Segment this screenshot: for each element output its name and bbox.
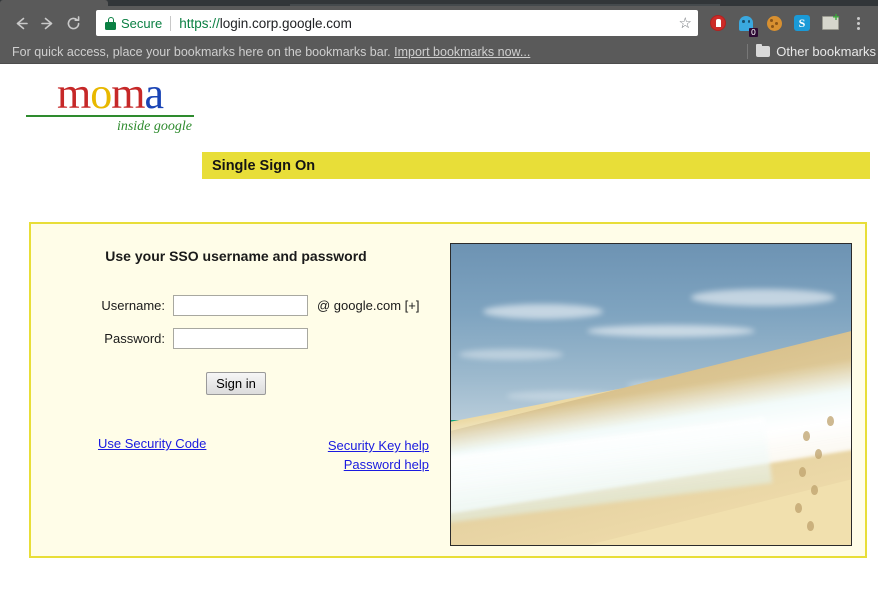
username-row: Username: @ google.com [+]	[71, 294, 419, 316]
bookmarks-hint-text: For quick access, place your bookmarks h…	[12, 45, 530, 59]
import-bookmarks-link[interactable]: Import bookmarks now...	[394, 45, 530, 59]
forward-button[interactable]	[34, 10, 60, 36]
page-header: moma inside google	[0, 64, 878, 136]
help-links-area: Use Security Code Security Key help Pass…	[31, 436, 441, 486]
login-panel: Use your SSO username and password Usern…	[29, 222, 867, 558]
logo-letter-m2: m	[111, 69, 145, 118]
photo-footprint	[815, 448, 822, 459]
signin-row: Sign in	[31, 372, 441, 395]
photo-cloud	[459, 349, 563, 360]
moma-tagline: inside google	[116, 119, 192, 134]
stop-icon	[710, 15, 726, 31]
ghostery-badge-count: 0	[748, 28, 758, 37]
kebab-menu-icon	[851, 15, 865, 31]
username-input[interactable]	[173, 294, 308, 316]
photo-footprint	[799, 466, 806, 477]
url-text: https://login.corp.google.com	[179, 16, 672, 31]
browser-menu-button[interactable]	[844, 9, 872, 37]
bookmarks-separator	[747, 44, 749, 59]
single-sign-on-banner: Single Sign On	[202, 152, 870, 179]
letter-s-icon: S	[794, 15, 810, 31]
photo-footprint	[827, 415, 834, 426]
username-label: Username:	[101, 297, 165, 313]
skype-extension-icon[interactable]: S	[788, 9, 816, 37]
bookmarks-bar: For quick access, place your bookmarks h…	[0, 40, 878, 64]
page-content: moma inside google Single Sign On Use yo…	[0, 64, 878, 589]
tab-strip-filler	[290, 4, 720, 6]
photo-footprint	[803, 430, 810, 441]
browser-tab-active[interactable]	[0, 0, 108, 6]
save-document-icon: +	[821, 11, 840, 30]
omnibox-divider	[170, 15, 172, 31]
extension-icons: 0 S +	[704, 9, 872, 37]
photo-footprint	[795, 502, 802, 513]
logo-letter-m1: m	[57, 69, 91, 118]
sign-in-button[interactable]: Sign in	[206, 372, 266, 395]
photo-cloud	[691, 289, 835, 306]
url-host: login.corp.google.com	[219, 15, 352, 31]
bookmarks-hint-label: For quick access, place your bookmarks h…	[12, 44, 391, 59]
password-input[interactable]	[173, 327, 308, 349]
address-bar[interactable]: Secure https://login.corp.google.com ☆	[96, 10, 698, 36]
photo-footprint	[807, 520, 814, 531]
cookie-icon	[766, 15, 782, 31]
tab-strip	[0, 0, 878, 6]
right-help-links: Security Key help Password help	[328, 436, 429, 474]
browser-toolbar: Secure https://login.corp.google.com ☆ 0…	[0, 6, 878, 40]
bookmark-star-icon[interactable]: ☆	[679, 16, 692, 31]
other-bookmarks-button[interactable]: Other bookmarks	[756, 43, 878, 59]
back-button[interactable]	[8, 10, 34, 36]
url-scheme: https://	[179, 15, 220, 31]
security-key-help-link[interactable]: Security Key help	[328, 436, 429, 455]
password-label: Password:	[104, 330, 165, 346]
domain-name: @ google.com	[317, 297, 402, 313]
logo-letter-a: a	[144, 69, 164, 118]
photo-footprint	[811, 484, 818, 495]
domain-expand-link[interactable]: [+]	[405, 298, 420, 313]
domain-suffix-text: @ google.com [+]	[317, 298, 419, 313]
cookie-extension-icon[interactable]	[760, 9, 788, 37]
browser-chrome: Secure https://login.corp.google.com ☆ 0…	[0, 0, 878, 64]
moma-logo[interactable]: moma inside google	[26, 72, 194, 135]
password-row: Password:	[71, 327, 419, 349]
ghostery-extension-icon[interactable]: 0	[732, 9, 760, 37]
lock-icon	[105, 16, 116, 30]
logo-letter-o: o	[90, 69, 112, 118]
save-page-extension-icon[interactable]: +	[816, 9, 844, 37]
use-security-code-link[interactable]: Use Security Code	[98, 436, 206, 451]
moma-wordmark: moma	[26, 72, 194, 117]
login-form: Username: @ google.com [+] Password:	[71, 294, 419, 360]
other-bookmarks-label: Other bookmarks	[776, 44, 876, 59]
sso-instruction-heading: Use your SSO username and password	[105, 248, 367, 264]
page-title: Single Sign On	[212, 157, 316, 174]
beach-photo	[450, 243, 852, 546]
password-help-link[interactable]: Password help	[328, 455, 429, 474]
security-status-label: Secure	[121, 15, 163, 31]
folder-icon	[756, 43, 771, 57]
reload-button[interactable]	[60, 10, 86, 36]
ublock-origin-extension-icon[interactable]	[704, 9, 732, 37]
